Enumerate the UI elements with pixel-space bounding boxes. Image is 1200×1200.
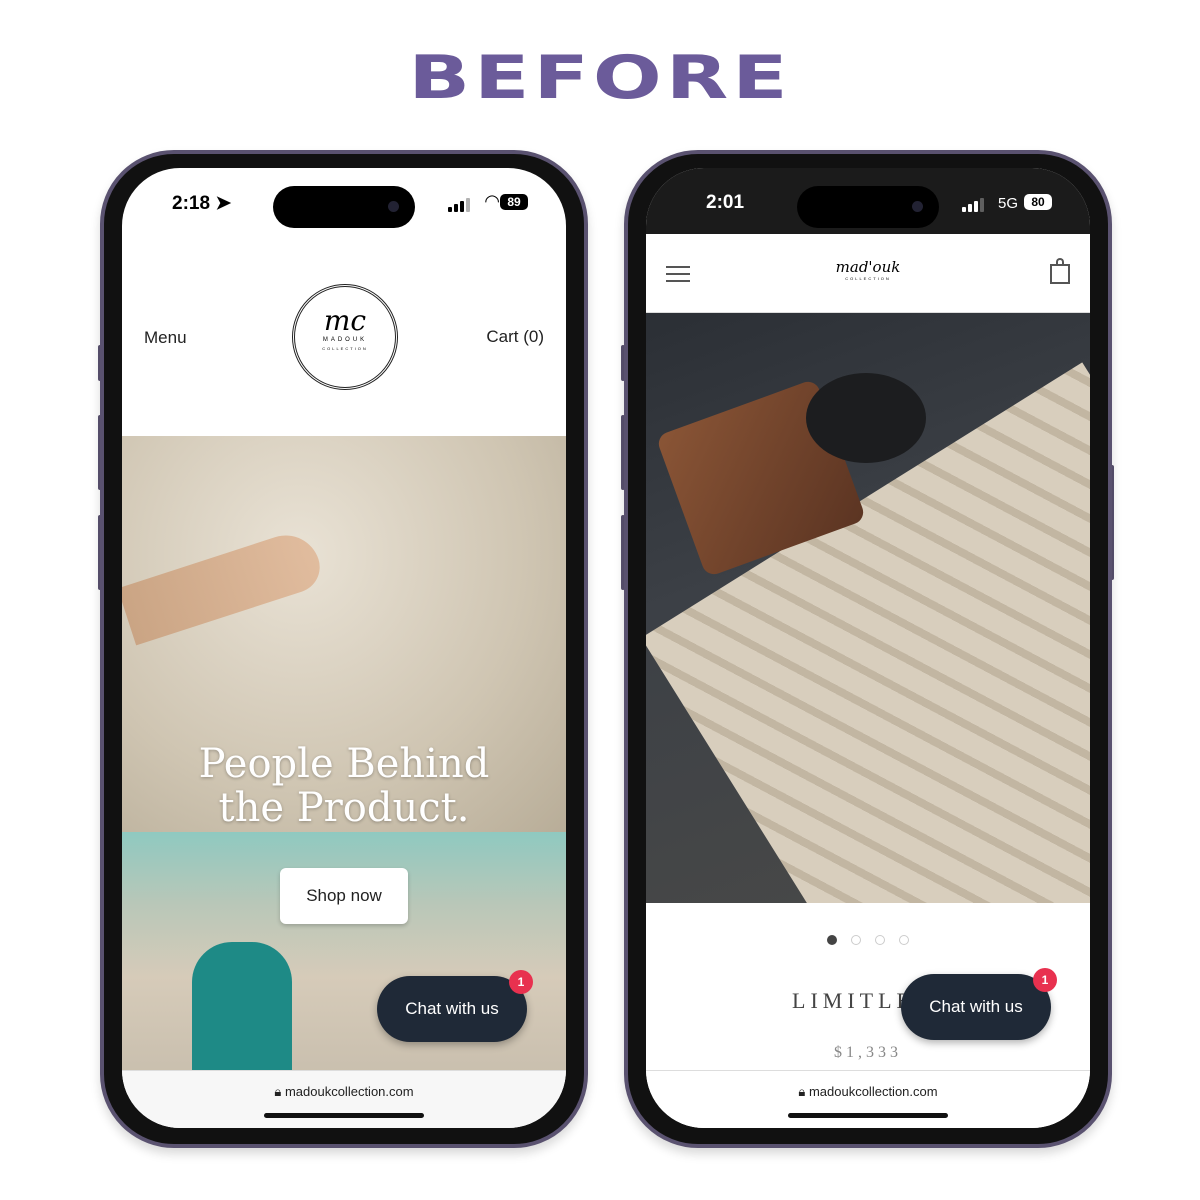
notification-badge: 1 [509,970,533,994]
site-header: mad'ouk COLLECTION [646,234,1090,313]
url-bar[interactable]: 🔒︎ madoukcollection.com [122,1070,566,1128]
phone-right: 2:01 5G 80 mad'ouk COLLECTION LIMITLE $1… [624,150,1112,1148]
shopping-bag-icon[interactable] [1050,258,1070,284]
signal-icon [962,198,984,212]
carousel-dot[interactable] [899,935,909,945]
phone-left: 2:18 ➤ ◠ 89 Menu mc MADOUK COLLECTION Ca… [100,150,588,1148]
carousel-dot-active[interactable] [827,935,837,945]
camera-icon [388,201,399,212]
url-bar[interactable]: 🔒︎ madoukcollection.com [646,1070,1090,1128]
network-label: 5G [997,195,1018,212]
signal-icon [448,198,470,212]
carousel-dots[interactable] [646,935,1090,945]
logo[interactable]: mad'ouk COLLECTION [646,258,1090,281]
product-image [646,313,1090,903]
artisan-figure [192,942,292,1074]
product-title: LIMITLE [792,988,915,1013]
screen: 2:18 ➤ ◠ 89 Menu mc MADOUK COLLECTION Ca… [122,168,566,1128]
wifi-icon: ◠ [484,191,500,211]
camera-icon [912,201,923,212]
hand-image [122,526,327,646]
dynamic-island [273,186,415,228]
hero-headline: People Behind the Product. [198,741,490,831]
home-indicator[interactable] [264,1113,424,1118]
status-time: 2:01 [706,192,745,213]
carousel-dot[interactable] [875,935,885,945]
page-heading: BEFORE [408,43,792,113]
battery-icon: 80 [1024,194,1052,210]
status-time: 2:18 ➤ [172,193,232,214]
notification-badge: 1 [1033,968,1057,992]
battery-icon: 89 [500,194,528,210]
hero-image-rug: People Behind the Product. [122,436,566,832]
site-header: Menu mc MADOUK COLLECTION Cart (0) [122,234,566,436]
carousel-dot[interactable] [851,935,861,945]
side-table-image [806,373,926,463]
location-arrow-icon: ➤ [215,193,232,214]
menu-link[interactable]: Menu [144,328,187,348]
product-price: $1,333 [834,1044,902,1061]
home-indicator[interactable] [788,1113,948,1118]
logo[interactable]: mc MADOUK COLLECTION [292,284,398,390]
shop-now-button[interactable]: Shop now [280,868,408,924]
dynamic-island [797,186,939,228]
chat-with-us-button[interactable]: Chat with us 1 [901,968,1057,1040]
lock-icon: 🔒︎ [798,1084,806,1099]
screen: 2:01 5G 80 mad'ouk COLLECTION LIMITLE $1… [646,168,1090,1128]
cart-link[interactable]: Cart (0) [486,327,544,347]
lock-icon: 🔒︎ [274,1084,282,1099]
chat-with-us-button[interactable]: Chat with us 1 [377,970,533,1042]
